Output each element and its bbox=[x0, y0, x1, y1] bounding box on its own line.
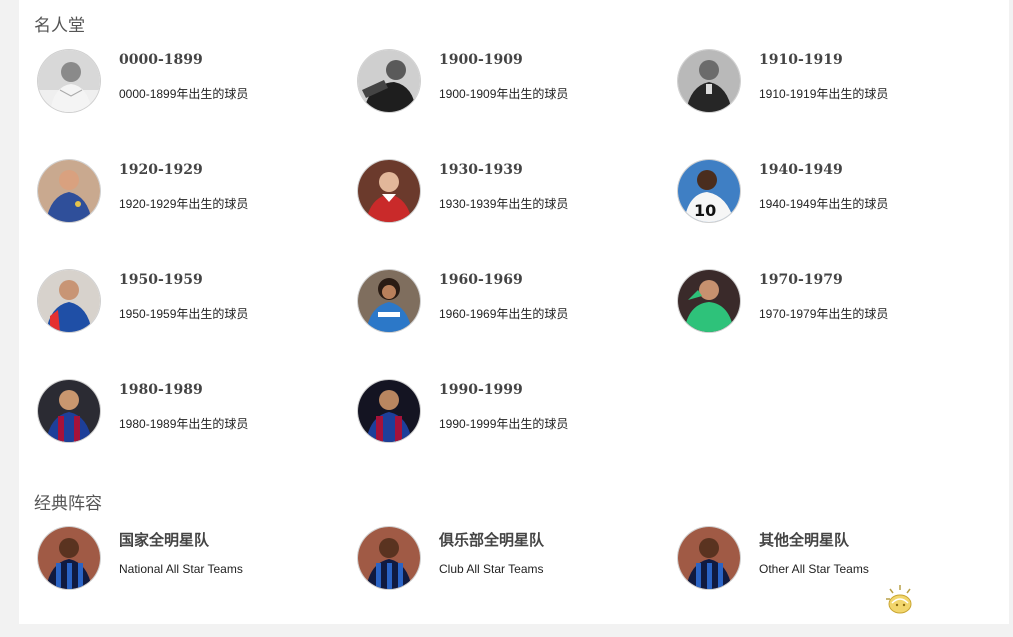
decade-title[interactable]: 1940-1949 bbox=[759, 162, 843, 178]
decade-card-1940-1949[interactable]: 10 1940-1949 1940-1949年出生的球员 bbox=[678, 160, 998, 270]
lineup-card-national[interactable]: 国家全明星队 National All Star Teams bbox=[38, 527, 358, 637]
decade-subtitle: 1930-1939年出生的球员 bbox=[439, 197, 569, 211]
decade-subtitle: 1950-1959年出生的球员 bbox=[119, 307, 249, 321]
decade-card-1980-1989[interactable]: 1980-1989 1980-1989年出生的球员 bbox=[38, 380, 358, 490]
player-avatar[interactable] bbox=[678, 527, 740, 589]
player-avatar[interactable] bbox=[678, 270, 740, 332]
decade-title[interactable]: 0000-1899 bbox=[119, 52, 203, 68]
decade-subtitle: 1910-1919年出生的球员 bbox=[759, 87, 889, 101]
hall-of-fame-heading: 名人堂 bbox=[34, 16, 85, 36]
player-avatar[interactable]: 10 bbox=[678, 160, 740, 222]
decade-title[interactable]: 1980-1989 bbox=[119, 382, 203, 398]
player-avatar[interactable] bbox=[38, 50, 100, 112]
player-avatar[interactable] bbox=[358, 380, 420, 442]
lineup-title[interactable]: 俱乐部全明星队 bbox=[439, 529, 544, 550]
lineup-subtitle: Other All Star Teams bbox=[759, 562, 869, 576]
player-avatar[interactable] bbox=[38, 160, 100, 222]
hall-of-fame-grid: 0000-1899 0000-1899年出生的球员 1900-1909 1900… bbox=[38, 50, 998, 490]
lineup-card-other[interactable]: 其他全明星队 Other All Star Teams bbox=[678, 527, 998, 637]
decade-title[interactable]: 1990-1999 bbox=[439, 382, 523, 398]
classic-lineups-grid: 国家全明星队 National All Star Teams 俱乐部全明星队 C… bbox=[38, 527, 998, 637]
decade-title[interactable]: 1900-1909 bbox=[439, 52, 523, 68]
player-avatar[interactable] bbox=[358, 50, 420, 112]
decade-subtitle: 1970-1979年出生的球员 bbox=[759, 307, 889, 321]
decade-title[interactable]: 1920-1929 bbox=[119, 162, 203, 178]
decade-subtitle: 1900-1909年出生的球员 bbox=[439, 87, 569, 101]
decade-card-1960-1969[interactable]: 1960-1969 1960-1969年出生的球员 bbox=[358, 270, 678, 380]
decade-card-1990-1999[interactable]: 1990-1999 1990-1999年出生的球员 bbox=[358, 380, 678, 490]
lightbulb-icon[interactable] bbox=[882, 583, 918, 615]
decade-title[interactable]: 1960-1969 bbox=[439, 272, 523, 288]
decade-title[interactable]: 1950-1959 bbox=[119, 272, 203, 288]
decade-card-1970-1979[interactable]: 1970-1979 1970-1979年出生的球员 bbox=[678, 270, 998, 380]
lineup-subtitle: National All Star Teams bbox=[119, 562, 243, 576]
player-avatar[interactable] bbox=[38, 527, 100, 589]
svg-text:10: 10 bbox=[694, 201, 716, 220]
decade-card-1930-1939[interactable]: 1930-1939 1930-1939年出生的球员 bbox=[358, 160, 678, 270]
decade-subtitle: 1960-1969年出生的球员 bbox=[439, 307, 569, 321]
decade-subtitle: 1990-1999年出生的球员 bbox=[439, 417, 569, 431]
player-avatar[interactable] bbox=[38, 380, 100, 442]
decade-title[interactable]: 1970-1979 bbox=[759, 272, 843, 288]
player-avatar[interactable] bbox=[38, 270, 100, 332]
decade-title[interactable]: 1910-1919 bbox=[759, 52, 843, 68]
lineup-subtitle: Club All Star Teams bbox=[439, 562, 544, 576]
decade-title[interactable]: 1930-1939 bbox=[439, 162, 523, 178]
player-avatar[interactable] bbox=[358, 527, 420, 589]
content-panel: 名人堂 0000-1899 0000-1899年出生的球员 1900-1909 … bbox=[19, 0, 1009, 624]
decade-subtitle: 1940-1949年出生的球员 bbox=[759, 197, 889, 211]
player-avatar[interactable] bbox=[678, 50, 740, 112]
decade-card-1920-1929[interactable]: 1920-1929 1920-1929年出生的球员 bbox=[38, 160, 358, 270]
player-avatar[interactable] bbox=[358, 270, 420, 332]
decade-card-1950-1959[interactable]: 1950-1959 1950-1959年出生的球员 bbox=[38, 270, 358, 380]
decade-card-0000-1899[interactable]: 0000-1899 0000-1899年出生的球员 bbox=[38, 50, 358, 160]
decade-card-1900-1909[interactable]: 1900-1909 1900-1909年出生的球员 bbox=[358, 50, 678, 160]
decade-subtitle: 0000-1899年出生的球员 bbox=[119, 87, 249, 101]
decade-subtitle: 1980-1989年出生的球员 bbox=[119, 417, 249, 431]
decade-subtitle: 1920-1929年出生的球员 bbox=[119, 197, 249, 211]
decade-card-1910-1919[interactable]: 1910-1919 1910-1919年出生的球员 bbox=[678, 50, 998, 160]
classic-lineups-heading: 经典阵容 bbox=[34, 494, 102, 514]
player-avatar[interactable] bbox=[358, 160, 420, 222]
lineup-title[interactable]: 其他全明星队 bbox=[759, 529, 849, 550]
lineup-card-club[interactable]: 俱乐部全明星队 Club All Star Teams bbox=[358, 527, 678, 637]
lineup-title[interactable]: 国家全明星队 bbox=[119, 529, 209, 550]
